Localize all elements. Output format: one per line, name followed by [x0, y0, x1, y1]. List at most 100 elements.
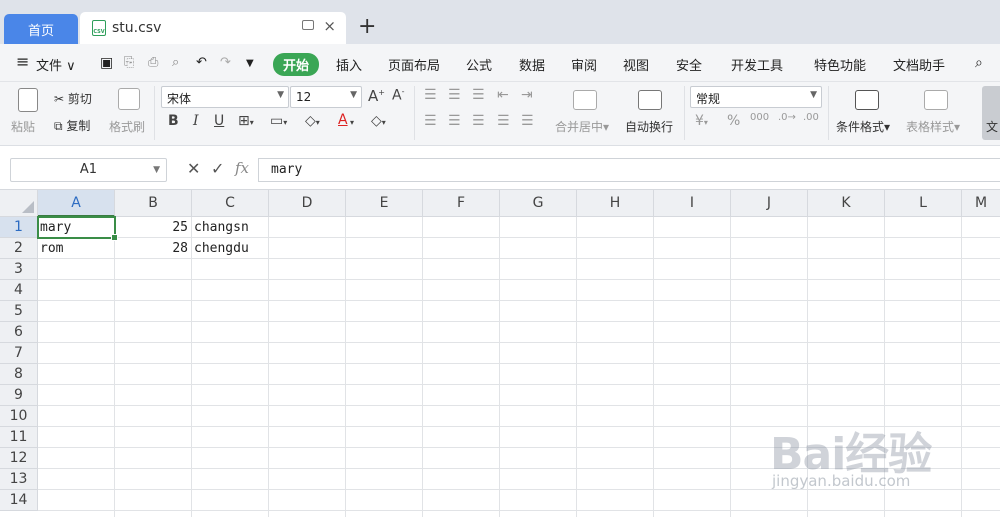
indent-increase-icon[interactable]: ⇥: [521, 87, 533, 103]
column-header-J[interactable]: J: [731, 190, 808, 217]
row-header-5[interactable]: 5: [0, 301, 38, 322]
format-painter-button[interactable]: 格式刷: [109, 118, 145, 135]
align-top-icon[interactable]: ☰: [424, 87, 437, 103]
select-all-corner[interactable]: [0, 190, 38, 217]
cell-B1[interactable]: 25: [115, 217, 192, 238]
align-middle-icon[interactable]: ☰: [448, 87, 461, 103]
copy-button[interactable]: ⧉ 复制: [54, 117, 90, 134]
align-right-icon[interactable]: ☰: [472, 113, 485, 129]
insert-function-icon[interactable]: fx: [235, 159, 249, 177]
menu-formulas[interactable]: 公式: [466, 55, 492, 74]
cell-C1[interactable]: changsn: [194, 217, 269, 238]
redo-icon[interactable]: ↷: [220, 55, 231, 70]
column-header-D[interactable]: D: [269, 190, 346, 217]
column-header-A[interactable]: A: [38, 190, 115, 217]
menu-developer[interactable]: 开发工具: [731, 55, 783, 74]
clear-format-icon[interactable]: ◇▾: [371, 113, 386, 129]
pin-tab-icon[interactable]: [302, 20, 314, 30]
percent-icon[interactable]: %: [727, 113, 740, 129]
row-header-10[interactable]: 10: [0, 406, 38, 427]
row-header-3[interactable]: 3: [0, 259, 38, 280]
increase-font-icon[interactable]: A+: [368, 87, 385, 105]
underline-button[interactable]: U: [214, 113, 224, 129]
font-color-button[interactable]: A: [338, 112, 348, 128]
column-header-F[interactable]: F: [423, 190, 500, 217]
row-header-11[interactable]: 11: [0, 427, 38, 448]
indent-decrease-icon[interactable]: ⇤: [497, 87, 509, 103]
number-format-select[interactable]: 常规 ▼: [690, 86, 822, 108]
merge-center-button[interactable]: 合并居中▾: [555, 118, 609, 135]
menu-features[interactable]: 特色功能: [814, 55, 866, 74]
search-icon[interactable]: ⌕: [975, 55, 983, 71]
format-painter-icon[interactable]: [118, 88, 140, 110]
paste-icon[interactable]: [18, 88, 38, 112]
conditional-format-icon[interactable]: [855, 90, 879, 110]
column-header-L[interactable]: L: [885, 190, 962, 217]
row-header-9[interactable]: 9: [0, 385, 38, 406]
justify-icon[interactable]: ☰: [497, 113, 510, 129]
print-preview-icon[interactable]: ⌕: [172, 55, 179, 70]
menu-home[interactable]: 开始: [273, 53, 320, 76]
row-header-2[interactable]: 2: [0, 238, 38, 259]
font-size-select[interactable]: 12 ▼: [290, 86, 362, 108]
cancel-formula-icon[interactable]: ✕: [187, 159, 200, 178]
row-header-14[interactable]: 14: [0, 490, 38, 511]
row-header-8[interactable]: 8: [0, 364, 38, 385]
menu-file[interactable]: 文件 ∨: [36, 55, 76, 74]
border-icon[interactable]: ⊞▾: [238, 113, 254, 129]
column-header-B[interactable]: B: [115, 190, 192, 217]
hamburger-menu-icon[interactable]: ≡: [16, 52, 29, 71]
italic-button[interactable]: I: [193, 113, 199, 129]
cut-button[interactable]: ✂ 剪切: [54, 90, 92, 107]
wrap-text-button[interactable]: 自动换行: [625, 118, 673, 135]
column-header-I[interactable]: I: [654, 190, 731, 217]
decrease-font-icon[interactable]: A-: [392, 87, 404, 104]
currency-icon[interactable]: ¥▾: [695, 113, 708, 129]
menu-security[interactable]: 安全: [676, 55, 702, 74]
cell-A2[interactable]: rom: [40, 238, 115, 259]
thousands-separator-icon[interactable]: 000: [750, 112, 769, 123]
menu-review[interactable]: 审阅: [571, 55, 597, 74]
align-left-icon[interactable]: ☰: [424, 113, 437, 129]
quick-access-dropdown-icon[interactable]: ▼: [246, 58, 254, 69]
column-header-E[interactable]: E: [346, 190, 423, 217]
menu-insert[interactable]: 插入: [336, 55, 362, 74]
paste-button[interactable]: 粘贴: [11, 118, 35, 135]
row-header-7[interactable]: 7: [0, 343, 38, 364]
cell-C2[interactable]: chengdu: [194, 238, 269, 259]
menu-doc-assistant[interactable]: 文档助手: [893, 55, 945, 74]
align-bottom-icon[interactable]: ☰: [472, 87, 485, 103]
export-icon[interactable]: ⎘: [124, 55, 134, 70]
table-style-button[interactable]: 表格样式▾: [906, 118, 960, 135]
tab-stu-csv[interactable]: CSV stu.csv ×: [80, 12, 346, 44]
row-header-6[interactable]: 6: [0, 322, 38, 343]
align-center-icon[interactable]: ☰: [448, 113, 461, 129]
table-style-icon[interactable]: [924, 90, 948, 110]
decrease-decimal-icon[interactable]: .00: [803, 112, 819, 123]
cell-B2[interactable]: 28: [115, 238, 192, 259]
tab-home[interactable]: 首页: [4, 14, 78, 44]
name-box[interactable]: A1 ▼: [10, 158, 167, 182]
save-icon[interactable]: ▣: [100, 55, 113, 71]
row-header-12[interactable]: 12: [0, 448, 38, 469]
font-color-dropdown-icon[interactable]: ▾: [350, 118, 354, 127]
close-tab-button[interactable]: ×: [323, 17, 336, 35]
row-header-1[interactable]: 1: [0, 217, 38, 238]
row-header-13[interactable]: 13: [0, 469, 38, 490]
merge-center-icon[interactable]: [573, 90, 597, 110]
increase-decimal-icon[interactable]: .0→: [778, 112, 796, 123]
menu-data[interactable]: 数据: [519, 55, 545, 74]
column-header-H[interactable]: H: [577, 190, 654, 217]
wrap-text-icon[interactable]: [638, 90, 662, 110]
column-header-G[interactable]: G: [500, 190, 577, 217]
distributed-icon[interactable]: ☰: [521, 113, 534, 129]
print-icon[interactable]: ⎙: [148, 55, 158, 70]
fill-icon[interactable]: ▭▾: [270, 113, 287, 129]
conditional-format-button[interactable]: 条件格式▾: [836, 118, 890, 135]
row-header-4[interactable]: 4: [0, 280, 38, 301]
cut-off-ribbon-button[interactable]: 文: [982, 86, 1000, 140]
fill-color-icon[interactable]: ◇▾: [305, 113, 320, 129]
menu-view[interactable]: 视图: [623, 55, 649, 74]
menu-page-layout[interactable]: 页面布局: [388, 55, 440, 74]
confirm-formula-icon[interactable]: ✓: [211, 159, 224, 178]
